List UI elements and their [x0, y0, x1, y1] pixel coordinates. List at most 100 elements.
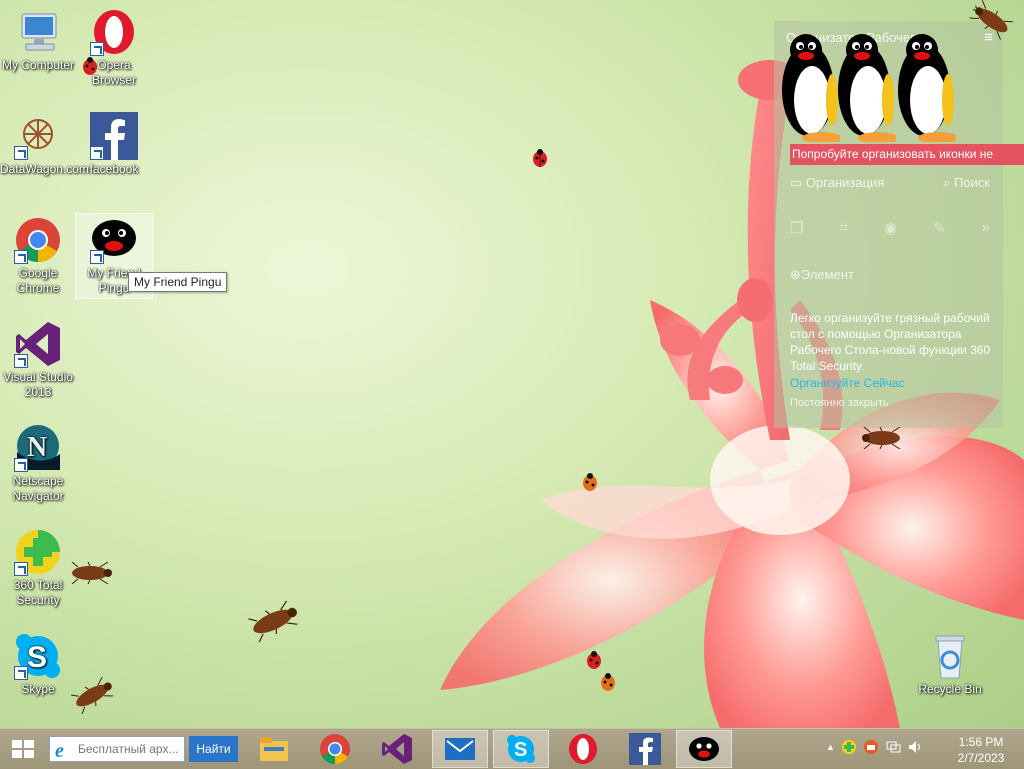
svg-text:S: S — [27, 641, 47, 674]
network-icon[interactable] — [885, 739, 901, 755]
clock-date: 2/7/2023 — [957, 751, 1005, 765]
taskbar-search-box: e — [49, 736, 185, 762]
monitor-icon: ▭ — [790, 175, 803, 190]
recycle-bin-icon — [926, 632, 974, 680]
taskbar: e Найти S ▲ 1:56 PM 2/7/2023 — [0, 728, 1024, 769]
svg-text:e: e — [55, 740, 64, 760]
desktop-icon-360-total-security[interactable]: 360 Total Security — [0, 528, 76, 608]
cockroach-icon — [862, 427, 901, 449]
chrome-icon — [320, 734, 350, 764]
icon-label: 360 Total Security — [13, 578, 63, 607]
desktop-icon-skype[interactable]: S Skype — [0, 632, 76, 697]
search-submit-button[interactable]: Найти — [189, 736, 238, 762]
windows-icon — [12, 740, 34, 758]
skype-icon: S — [507, 735, 535, 763]
tooltip: My Friend Pingu — [128, 272, 228, 292]
desktop-icon-netscape[interactable]: N Netscape Navigator — [0, 424, 76, 504]
app-tray-icon[interactable] — [863, 739, 879, 755]
desktop-icon-my-computer[interactable]: My Computer — [0, 8, 76, 73]
icon-label: Skype — [21, 682, 55, 696]
edit-icon[interactable]: ✎ — [933, 219, 946, 237]
desktop-wallpaper[interactable]: My Computer Opera Browser DataWagon.com … — [0, 0, 1024, 728]
taskbar-pingu[interactable] — [676, 730, 732, 768]
file-explorer-icon — [260, 737, 288, 761]
eye-icon[interactable]: ◉ — [884, 219, 897, 237]
pingu-mascot — [898, 34, 956, 142]
opera-icon — [569, 734, 597, 764]
search-icon: ⌕ — [943, 175, 951, 190]
shortcut-arrow-icon — [90, 146, 104, 160]
chrome-icon — [14, 216, 62, 264]
visual-studio-icon — [382, 734, 412, 764]
mail-icon — [445, 738, 475, 760]
ladybug-icon — [601, 673, 615, 691]
desktop-icon-visual-studio[interactable]: Visual Studio 2013 — [0, 320, 76, 400]
taskbar-facebook[interactable] — [617, 730, 673, 768]
ladybug-icon — [587, 651, 601, 669]
search-input[interactable] — [76, 741, 184, 757]
shortcut-arrow-icon — [90, 250, 104, 264]
taskbar-clock[interactable]: 1:56 PM 2/7/2023 — [950, 734, 1012, 766]
icon-label: facebook — [89, 162, 139, 176]
organizer-description: Легко организуйте грязный рабочий стол с… — [790, 311, 991, 373]
plus-circle-icon: ⊕ — [790, 267, 801, 282]
system-tray: ▲ — [826, 739, 923, 755]
taskbar-mail[interactable] — [432, 730, 488, 768]
close-permanently-link[interactable]: Постоянно закрыть — [790, 397, 889, 409]
shortcut-arrow-icon — [14, 458, 28, 472]
shortcut-arrow-icon — [90, 42, 104, 56]
360-security-icon — [14, 528, 62, 576]
desktop-icon-recycle-bin[interactable]: Recycle Bin — [912, 632, 988, 697]
facebook-icon — [90, 112, 138, 160]
copy-icon[interactable]: ❐ — [790, 219, 803, 237]
shortcut-arrow-icon — [14, 250, 28, 264]
netscape-icon: N — [14, 424, 62, 472]
taskbar-file-explorer[interactable] — [246, 730, 302, 768]
datawagon-icon — [14, 112, 62, 160]
icon-label: Google Chrome — [16, 266, 60, 295]
computer-icon — [14, 8, 62, 56]
organize-now-link[interactable]: Организуйте Сейчас — [790, 376, 905, 390]
pingu-icon — [90, 216, 138, 264]
icon-label: Recycle Bin — [918, 682, 982, 696]
crop-icon[interactable]: ⌗ — [839, 219, 847, 237]
pingu-mascot — [838, 34, 896, 142]
ladybug-icon — [83, 57, 97, 75]
icon-label: DataWagon.com — [0, 162, 89, 176]
desktop-icon-datawagon[interactable]: DataWagon.com — [0, 112, 89, 177]
opera-icon — [90, 8, 138, 56]
icon-label: My Computer — [1, 58, 75, 72]
organizer-banner[interactable]: Попробуйте организовать иконки не — [790, 144, 1024, 165]
show-hidden-icons-icon[interactable]: ▲ — [826, 742, 835, 752]
desktop-icon-chrome[interactable]: Google Chrome — [0, 216, 76, 296]
start-button[interactable] — [8, 738, 38, 760]
shortcut-arrow-icon — [14, 146, 28, 160]
ladybug-icon — [533, 149, 547, 167]
360-security-tray-icon[interactable] — [841, 739, 857, 755]
clock-time: 1:56 PM — [958, 735, 1004, 749]
pingu-mascot — [782, 34, 840, 142]
taskbar-skype[interactable]: S — [493, 730, 549, 768]
shortcut-arrow-icon — [14, 354, 28, 368]
shortcut-arrow-icon — [14, 562, 28, 576]
search-button[interactable]: ⌕ Поиск — [943, 175, 990, 191]
desktop-icon-facebook[interactable]: facebook — [76, 112, 152, 177]
desktop-icon-opera[interactable]: Opera Browser — [76, 8, 152, 88]
internet-explorer-icon: e — [55, 740, 64, 760]
organizer-toolbar: ❐ ⌗ ◉ ✎ » — [790, 219, 990, 237]
taskbar-chrome[interactable] — [307, 730, 363, 768]
skype-icon: S — [14, 632, 62, 680]
facebook-icon — [629, 733, 661, 765]
more-icon[interactable]: » — [982, 219, 990, 237]
taskbar-opera[interactable] — [555, 730, 611, 768]
taskbar-visual-studio[interactable] — [369, 730, 425, 768]
visual-studio-icon — [14, 320, 62, 368]
icon-label: Visual Studio 2013 — [3, 370, 73, 399]
shortcut-arrow-icon — [14, 666, 28, 680]
organize-button[interactable]: ▭ Организация — [790, 175, 884, 191]
add-element-button[interactable]: ⊕Элемент — [790, 267, 854, 283]
svg-text:S: S — [514, 739, 527, 761]
icon-label: Netscape Navigator — [12, 474, 64, 503]
ladybug-icon — [583, 473, 597, 491]
volume-icon[interactable] — [907, 739, 923, 755]
